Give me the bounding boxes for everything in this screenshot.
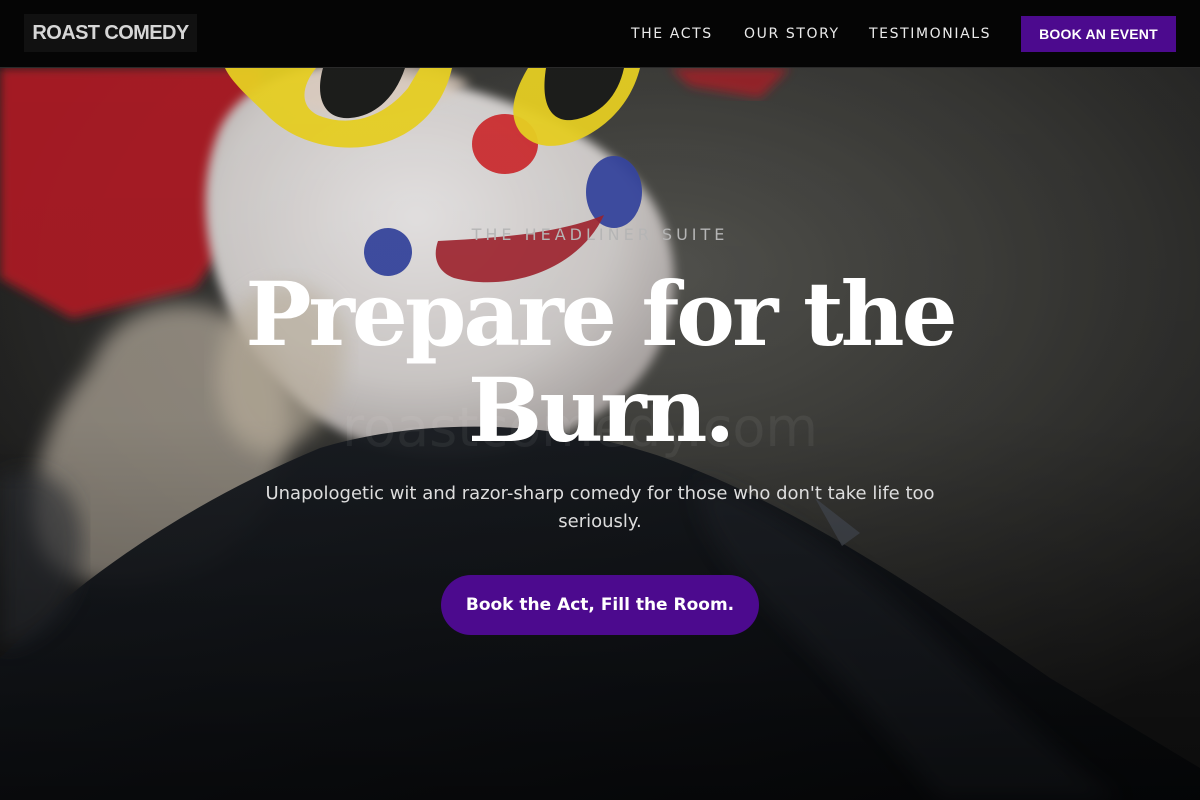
landing-page: ROAST COMEDY THE ACTS OUR STORY TESTIMON… <box>0 0 1200 800</box>
hero-content: THE HEADLINER SUITE Prepare for the Burn… <box>0 68 1200 800</box>
hero-section: roastcomedy.com THE HEADLINER SUITE Prep… <box>0 68 1200 800</box>
book-an-event-button[interactable]: BOOK AN EVENT <box>1021 16 1176 52</box>
nav-link-testimonials[interactable]: TESTIMONIALS <box>869 24 991 44</box>
hero-eyebrow: THE HEADLINER SUITE <box>471 225 729 244</box>
hero-headline: Prepare for the Burn. <box>245 262 957 462</box>
top-navbar: ROAST COMEDY THE ACTS OUR STORY TESTIMON… <box>0 0 1200 68</box>
book-act-button[interactable]: Book the Act, Fill the Room. <box>441 575 759 635</box>
nav-link-the-acts[interactable]: THE ACTS <box>631 24 713 44</box>
nav-link-our-story[interactable]: OUR STORY <box>744 24 840 44</box>
hero-subtitle: Unapologetic wit and razor-sharp comedy … <box>265 483 935 532</box>
site-logo[interactable]: ROAST COMEDY <box>24 14 197 52</box>
